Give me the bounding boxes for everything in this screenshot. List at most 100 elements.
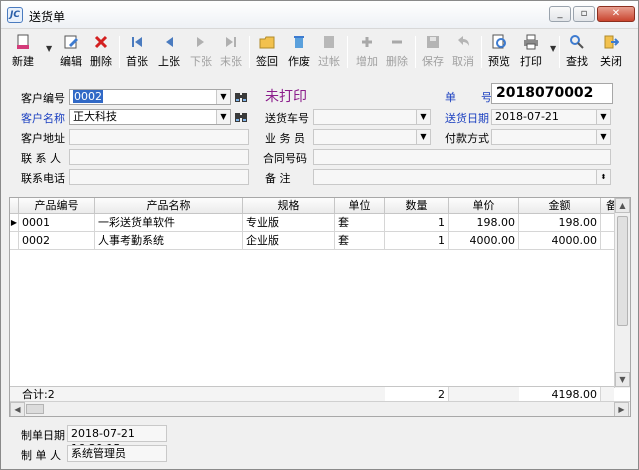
binoculars-icon[interactable] bbox=[234, 90, 248, 104]
payment-label: 付款方式 bbox=[445, 132, 489, 145]
sign-back-button[interactable]: 签回 bbox=[253, 32, 281, 72]
new-doc-icon bbox=[17, 34, 29, 49]
add-row-button[interactable]: 增加 bbox=[353, 32, 381, 72]
chevron-down-icon[interactable]: ▼ bbox=[216, 90, 230, 104]
items-grid[interactable]: 产品编号 产品名称 规格 单位 数量 单价 金额 备注 ▶ 0001 一彩送货单… bbox=[9, 197, 631, 417]
chevron-down-icon[interactable]: ▼ bbox=[416, 130, 430, 144]
prev-button[interactable]: 上张 bbox=[155, 32, 183, 72]
delivery-note-window: JC 送货单 _ ▫ ✕ 新建 ▼ 编辑 删除 首张 上张 下张 末张 签回 作… bbox=[0, 0, 639, 470]
created-date-label: 制单日期 bbox=[21, 429, 65, 442]
save-label: 保存 bbox=[422, 55, 444, 68]
cell-product-code[interactable]: 0001 bbox=[19, 214, 95, 232]
preview-button[interactable]: 预览 bbox=[485, 32, 513, 72]
cell-remark[interactable] bbox=[601, 214, 615, 232]
delivery-date-value: 2018-07-21 bbox=[495, 110, 559, 123]
cell-qty[interactable]: 1 bbox=[385, 214, 449, 232]
scroll-left-icon[interactable]: ◀ bbox=[10, 402, 25, 416]
minus-icon bbox=[392, 40, 402, 44]
scroll-up-icon[interactable]: ▲ bbox=[615, 198, 630, 213]
cell-remark[interactable] bbox=[601, 232, 615, 250]
edit-button[interactable]: 编辑 bbox=[57, 32, 85, 72]
chevron-down-icon[interactable]: ▼ bbox=[596, 110, 610, 124]
toolbar: 新建 ▼ 编辑 删除 首张 上张 下张 末张 签回 作废 过帐 增加 删除 保存… bbox=[7, 32, 633, 72]
order-number-field[interactable]: 2018070002 bbox=[491, 83, 613, 104]
next-button[interactable]: 下张 bbox=[187, 32, 215, 72]
spin-icon[interactable]: ⬍ bbox=[596, 170, 610, 184]
chevron-down-icon[interactable]: ▼ bbox=[216, 110, 230, 124]
close-window-button[interactable]: ✕ bbox=[597, 6, 635, 22]
col-header-product-code[interactable]: 产品编号 bbox=[19, 198, 95, 214]
print-button[interactable]: 打印 bbox=[517, 32, 545, 72]
scroll-down-icon[interactable]: ▼ bbox=[615, 372, 630, 387]
cell-qty[interactable]: 1 bbox=[385, 232, 449, 250]
print-dropdown[interactable]: ▼ bbox=[545, 32, 557, 72]
save-button[interactable]: 保存 bbox=[419, 32, 447, 72]
customer-code-field[interactable]: 0002 ▼ bbox=[69, 89, 231, 105]
grid-horizontal-scrollbar[interactable]: ◀ ▶ bbox=[10, 401, 630, 416]
scrollbar-thumb[interactable] bbox=[26, 404, 44, 414]
first-button[interactable]: 首张 bbox=[123, 32, 151, 72]
delete-button[interactable]: 删除 bbox=[87, 32, 115, 72]
last-record-icon bbox=[226, 37, 236, 47]
void-button[interactable]: 作废 bbox=[285, 32, 313, 72]
cell-product-code[interactable]: 0002 bbox=[19, 232, 95, 250]
salesman-label: 业 务 员 bbox=[265, 132, 305, 145]
chevron-down-icon: ▼ bbox=[550, 44, 557, 53]
last-button[interactable]: 末张 bbox=[217, 32, 245, 72]
payment-field[interactable]: ▼ bbox=[491, 129, 611, 145]
chevron-down-icon[interactable]: ▼ bbox=[416, 110, 430, 124]
cell-product-name[interactable]: 一彩送货单软件 bbox=[95, 214, 243, 232]
cell-unit[interactable]: 套 bbox=[335, 214, 385, 232]
exit-icon bbox=[604, 35, 619, 49]
new-dropdown[interactable]: ▼ bbox=[41, 32, 52, 72]
customer-name-label: 客户名称 bbox=[21, 112, 65, 125]
phone-field[interactable] bbox=[69, 169, 249, 185]
cell-spec[interactable]: 专业版 bbox=[243, 214, 335, 232]
cell-amount[interactable]: 4000.00 bbox=[519, 232, 601, 250]
new-button[interactable]: 新建 bbox=[9, 32, 37, 72]
remove-row-button[interactable]: 删除 bbox=[383, 32, 411, 72]
cell-amount[interactable]: 198.00 bbox=[519, 214, 601, 232]
col-header-product-name[interactable]: 产品名称 bbox=[95, 198, 243, 214]
last-label: 末张 bbox=[220, 55, 242, 68]
customer-address-label: 客户地址 bbox=[21, 132, 65, 145]
customer-name-field[interactable]: 正大科技 ▼ bbox=[69, 109, 231, 125]
contact-field[interactable] bbox=[69, 149, 249, 165]
customer-address-field[interactable] bbox=[69, 129, 249, 145]
toolbar-separator bbox=[119, 36, 120, 68]
cell-product-name[interactable]: 人事考勤系统 bbox=[95, 232, 243, 250]
cell-spec[interactable]: 企业版 bbox=[243, 232, 335, 250]
cell-unit[interactable]: 套 bbox=[335, 232, 385, 250]
col-header-spec[interactable]: 规格 bbox=[243, 198, 335, 214]
binoculars-icon[interactable] bbox=[234, 110, 248, 124]
scroll-right-icon[interactable]: ▶ bbox=[614, 402, 629, 416]
find-button[interactable]: 查找 bbox=[563, 32, 591, 72]
grid-vertical-scrollbar[interactable]: ▲ ▼ bbox=[614, 198, 630, 388]
delete-x-icon bbox=[94, 35, 108, 49]
maximize-button[interactable]: ▫ bbox=[573, 6, 595, 22]
delivery-date-field[interactable]: 2018-07-21 ▼ bbox=[491, 109, 611, 125]
col-header-qty[interactable]: 数量 bbox=[385, 198, 449, 214]
scrollbar-thumb[interactable] bbox=[617, 216, 628, 326]
title-bar: JC 送货单 _ ▫ ✕ bbox=[1, 1, 638, 29]
new-label: 新建 bbox=[12, 55, 34, 68]
col-header-amount[interactable]: 金额 bbox=[519, 198, 601, 214]
cancel-button[interactable]: 取消 bbox=[449, 32, 477, 72]
contract-field[interactable] bbox=[313, 149, 611, 165]
close-button[interactable]: 关闭 bbox=[597, 32, 625, 72]
cell-price[interactable]: 4000.00 bbox=[449, 232, 519, 250]
book-icon bbox=[324, 36, 334, 48]
col-header-unit[interactable]: 单位 bbox=[335, 198, 385, 214]
chevron-down-icon[interactable]: ▼ bbox=[596, 130, 610, 144]
post-button[interactable]: 过帐 bbox=[315, 32, 343, 72]
vehicle-field[interactable]: ▼ bbox=[313, 109, 431, 125]
edit-icon bbox=[64, 35, 78, 49]
col-header-price[interactable]: 单价 bbox=[449, 198, 519, 214]
row-indicator bbox=[10, 232, 19, 250]
header-form: 客户编号 0002 ▼ 客户名称 正大科技 ▼ 客户地址 联 系 人 联系电话 … bbox=[1, 77, 638, 189]
minimize-button[interactable]: _ bbox=[549, 6, 571, 22]
find-label: 查找 bbox=[566, 55, 588, 68]
remark-field[interactable]: ⬍ bbox=[313, 169, 611, 185]
salesman-field[interactable]: ▼ bbox=[313, 129, 431, 145]
cell-price[interactable]: 198.00 bbox=[449, 214, 519, 232]
